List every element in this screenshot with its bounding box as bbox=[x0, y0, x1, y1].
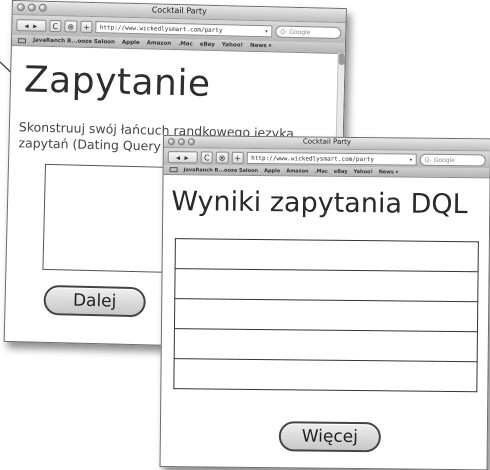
result-cell bbox=[174, 328, 478, 362]
bookmark-item[interactable]: Amazon bbox=[286, 168, 308, 174]
bookmark-item[interactable]: Apple bbox=[264, 168, 280, 174]
result-cell bbox=[174, 268, 479, 302]
reload-icon[interactable]: C bbox=[200, 150, 213, 164]
table-row bbox=[174, 268, 479, 302]
results-browser-window: Cocktail Party ◂ ▸ C ⊗ + http://www.wick… bbox=[159, 135, 490, 470]
bookmark-item[interactable]: .Mac bbox=[178, 41, 193, 47]
results-table bbox=[173, 238, 479, 392]
url-text: http://www.wickedlysmart.com/party bbox=[251, 154, 375, 163]
bookmark-item[interactable]: News ▾ bbox=[379, 169, 398, 175]
back-forward-button[interactable]: ◂ ▸ bbox=[16, 19, 47, 32]
scroll-thumb[interactable] bbox=[338, 53, 345, 66]
bookmark-item[interactable]: News ▾ bbox=[250, 43, 272, 50]
search-field[interactable]: Q- Google bbox=[419, 153, 486, 166]
query-input[interactable] bbox=[42, 163, 167, 273]
bookmark-item[interactable]: JavaRanch B...ooze Saloon bbox=[184, 167, 259, 174]
table-row bbox=[174, 328, 478, 362]
url-dropdown-icon[interactable]: ▾ bbox=[265, 26, 269, 37]
page-title: Wyniki zapytania DQL bbox=[171, 186, 468, 221]
url-dropdown-icon[interactable]: ▾ bbox=[409, 154, 413, 165]
table-row bbox=[175, 238, 479, 272]
stop-icon[interactable]: ⊗ bbox=[215, 151, 229, 164]
url-text: http://www.wickedlysmart.com/party bbox=[99, 24, 223, 35]
result-cell bbox=[175, 238, 479, 272]
address-bar[interactable]: http://www.wickedlysmart.com/party ▾ bbox=[95, 21, 273, 38]
add-bookmark-button[interactable]: + bbox=[79, 20, 93, 33]
address-bar[interactable]: http://www.wickedlysmart.com/party ▾ bbox=[247, 151, 417, 166]
search-field[interactable]: Q- Google bbox=[275, 25, 342, 40]
bookmarks-book-icon[interactable] bbox=[169, 167, 178, 173]
bookmark-item[interactable]: Amazon bbox=[147, 40, 172, 47]
window-title: Cocktail Party bbox=[302, 137, 352, 146]
table-row bbox=[173, 358, 478, 392]
more-button[interactable]: Więcej bbox=[278, 421, 382, 453]
result-cell bbox=[173, 358, 478, 392]
bookmark-item[interactable]: .Mac bbox=[315, 168, 328, 174]
bookmark-item[interactable]: eBay bbox=[200, 42, 215, 48]
reload-icon[interactable]: C bbox=[49, 19, 62, 33]
table-row bbox=[174, 298, 478, 332]
bookmark-item[interactable]: Yahoo! bbox=[222, 42, 243, 49]
add-bookmark-button[interactable]: + bbox=[231, 151, 245, 164]
bookmarks-bar: JavaRanch B...ooze Saloon Apple Amazon .… bbox=[163, 165, 490, 179]
stop-icon[interactable]: ⊗ bbox=[64, 20, 78, 33]
bookmark-item[interactable]: eBay bbox=[334, 168, 348, 174]
bookmark-item[interactable]: Apple bbox=[122, 40, 140, 46]
next-button[interactable]: Dalej bbox=[43, 284, 147, 318]
bookmark-item[interactable]: Yahoo! bbox=[353, 168, 372, 174]
bookmarks-book-icon[interactable] bbox=[17, 37, 27, 43]
back-forward-button[interactable]: ◂ ▸ bbox=[167, 150, 198, 163]
page-title: Zapytanie bbox=[23, 59, 212, 105]
bookmark-item[interactable]: JavaRanch B...ooze Saloon bbox=[33, 38, 115, 46]
result-cell bbox=[174, 298, 478, 332]
